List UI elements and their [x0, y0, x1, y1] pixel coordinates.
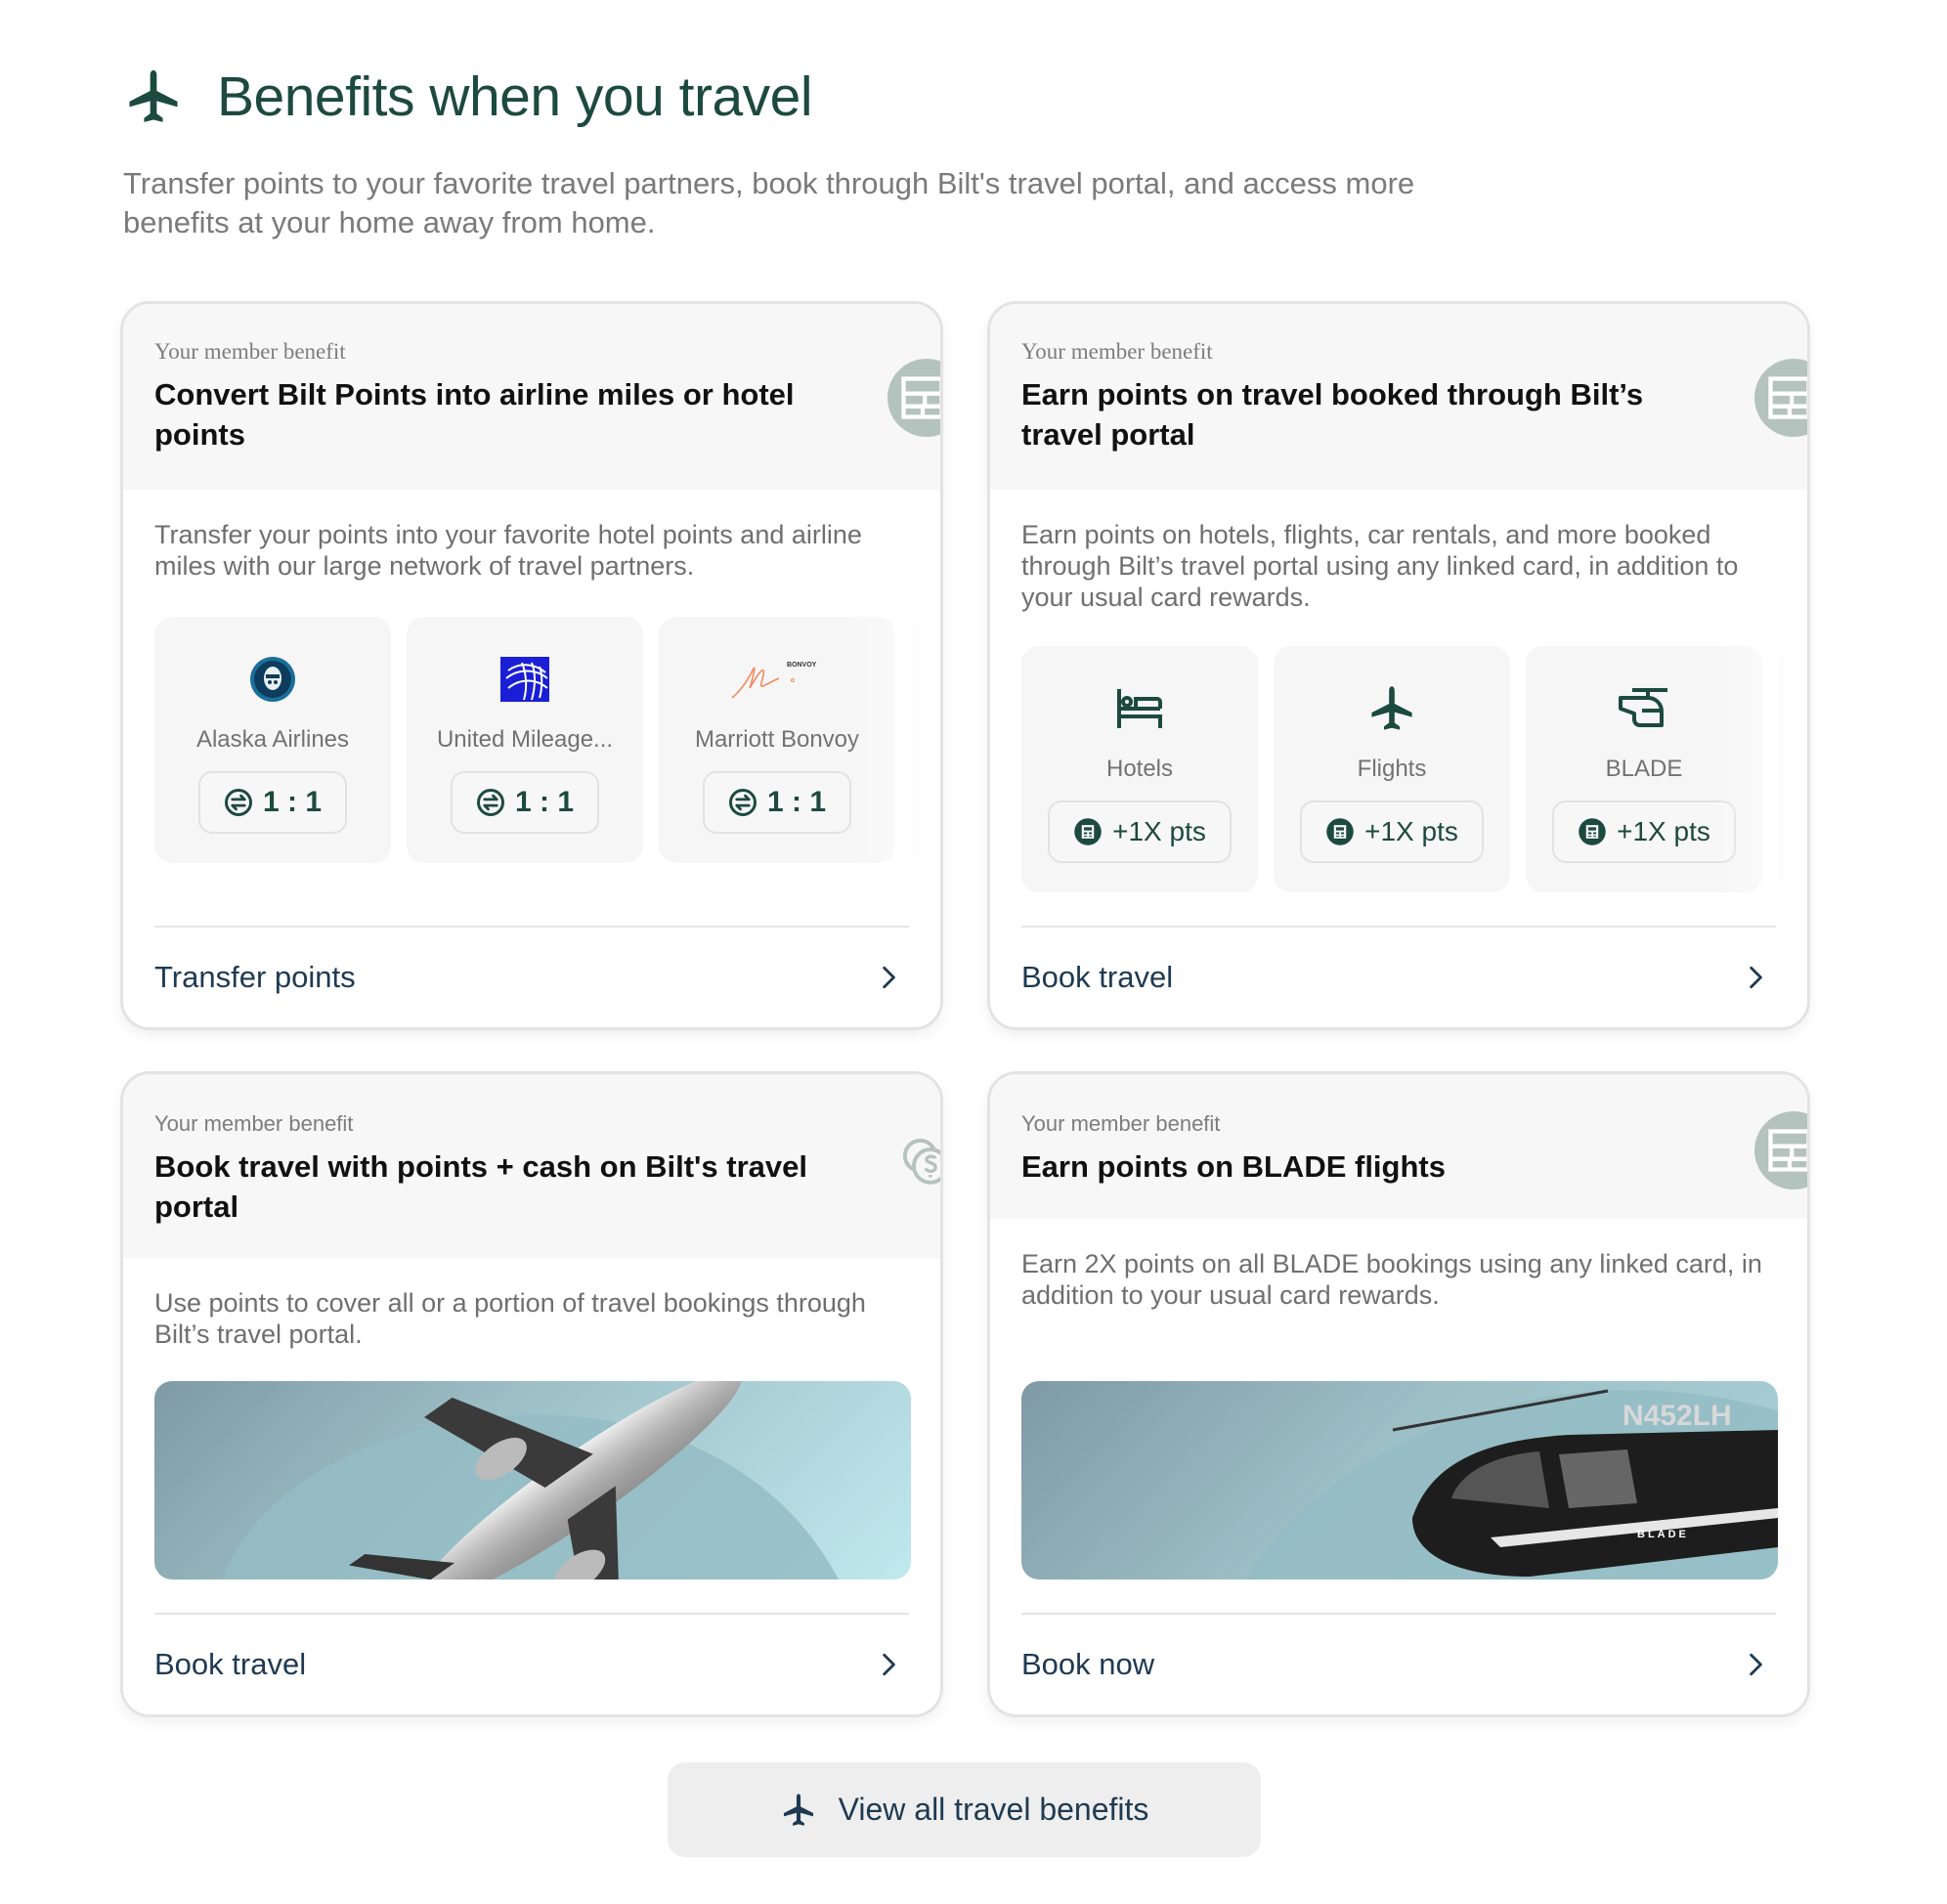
section-header: Benefits when you travel — [123, 65, 813, 129]
bilt-coin-icon — [1325, 817, 1355, 846]
partner-tile-alaska[interactable]: Alaska Airlines 1 : 1 — [154, 617, 391, 863]
partner-name: United Mileage... — [436, 726, 614, 753]
marriott-bonvoy-logo: BONVOY — [728, 652, 826, 707]
transfer-ratio-badge: 1 : 1 — [197, 771, 348, 834]
partner-name: Alaska Airlines — [195, 726, 350, 753]
card-description: Earn points on hotels, flights, car rent… — [1021, 520, 1739, 612]
card-footer-link[interactable]: Book travel — [154, 1613, 909, 1714]
card-title: Earn points on travel booked through Bil… — [1021, 377, 1644, 452]
view-all-label: View all travel benefits — [838, 1792, 1149, 1827]
card-eyebrow: Your member benefit — [1021, 1111, 1221, 1136]
category-tile-partial — [1778, 646, 1794, 892]
benefit-card-points-cash: Your member benefit Book travel with poi… — [120, 1071, 943, 1717]
blade-helicopter-photo: N452LH BLADE — [1021, 1381, 1778, 1579]
view-all-travel-benefits-button[interactable]: View all travel benefits — [668, 1762, 1261, 1857]
bilt-coin-icon — [1073, 817, 1103, 846]
bilt-coin-icon — [1578, 817, 1607, 846]
category-carousel[interactable]: Hotels +1X pts Flights +1X pts BLADE +1X… — [1021, 646, 1794, 892]
category-name: Hotels — [1105, 756, 1174, 782]
chevron-right-icon — [876, 1652, 901, 1677]
benefit-card-blade: Your member benefit Earn points on BLADE… — [987, 1071, 1810, 1717]
category-tile-blade[interactable]: BLADE +1X pts — [1526, 646, 1762, 892]
alaska-airlines-logo — [248, 652, 297, 707]
partner-tile-united[interactable]: United Mileage... 1 : 1 — [407, 617, 643, 863]
points-multiplier: +1X pts — [1364, 816, 1458, 846]
swap-icon — [224, 788, 253, 817]
benefit-card-travel-portal: Your member benefit Earn points on trave… — [987, 301, 1810, 1030]
transfer-ratio: 1 : 1 — [766, 786, 827, 818]
bilt-logo-badge — [887, 359, 943, 437]
card-footer-link[interactable]: Book now — [1021, 1613, 1776, 1714]
category-tile-hotels[interactable]: Hotels +1X pts — [1021, 646, 1258, 892]
coins-dollar-icon — [902, 1138, 940, 1185]
bilt-logo-icon — [1764, 372, 1810, 423]
points-multiplier: +1X pts — [1617, 816, 1710, 846]
transfer-ratio-badge: 1 : 1 — [702, 771, 852, 834]
united-logo — [500, 652, 549, 707]
card-eyebrow: Your member benefit — [154, 1111, 354, 1136]
book-travel-link[interactable]: Book travel — [154, 1647, 306, 1682]
partner-carousel[interactable]: Alaska Airlines 1 : 1 United Mileage... … — [154, 617, 927, 863]
points-badge: +1X pts — [1048, 801, 1232, 863]
points-badge: +1X pts — [1552, 801, 1736, 863]
bed-icon — [1116, 681, 1163, 736]
transfer-points-link[interactable]: Transfer points — [154, 960, 356, 995]
chevron-right-icon — [1743, 1652, 1768, 1677]
bilt-logo-icon — [1764, 1125, 1810, 1176]
airplane-photo — [154, 1381, 911, 1579]
helicopter-icon — [1619, 681, 1669, 736]
page-subtitle: Transfer points to your favorite travel … — [123, 166, 1415, 239]
card-eyebrow: Your member benefit — [1021, 339, 1213, 364]
bilt-logo-badge — [1754, 359, 1810, 437]
page-title: Benefits when you travel — [217, 65, 813, 128]
card-eyebrow: Your member benefit — [154, 339, 346, 364]
card-description: Use points to cover all or a portion of … — [154, 1288, 866, 1349]
card-description: Earn 2X points on all BLADE bookings usi… — [1021, 1249, 1762, 1310]
card-footer-link[interactable]: Transfer points — [154, 926, 909, 1027]
transfer-ratio: 1 : 1 — [262, 786, 323, 818]
chevron-right-icon — [876, 965, 901, 990]
marriott-logo-text: BONVOY — [787, 662, 817, 669]
category-name: BLADE — [1605, 756, 1683, 782]
swap-icon — [476, 788, 505, 817]
partner-tile-marriott[interactable]: BONVOY Marriott Bonvoy 1 : 1 — [659, 617, 895, 863]
blade-brand-text: BLADE — [1637, 1529, 1689, 1540]
partner-tile-partial — [911, 617, 927, 863]
points-multiplier: +1X pts — [1112, 816, 1206, 846]
helicopter-tail-number: N452LH — [1622, 1400, 1732, 1432]
transfer-ratio: 1 : 1 — [514, 786, 575, 818]
category-tile-flights[interactable]: Flights +1X pts — [1274, 646, 1510, 892]
airplane-icon — [123, 66, 184, 127]
benefit-card-transfer-points: Your member benefit Convert Bilt Points … — [120, 301, 943, 1030]
book-travel-link[interactable]: Book travel — [1021, 960, 1173, 995]
card-description: Transfer your points into your favorite … — [154, 520, 862, 581]
airplane-icon — [1366, 683, 1417, 734]
airplane-icon — [780, 1792, 817, 1829]
transfer-ratio-badge: 1 : 1 — [450, 771, 600, 834]
category-name: Flights — [1357, 756, 1427, 782]
swap-icon — [728, 788, 757, 817]
book-now-link[interactable]: Book now — [1021, 1647, 1154, 1682]
card-footer-link[interactable]: Book travel — [1021, 926, 1776, 1027]
card-title: Earn points on BLADE flights — [1021, 1149, 1446, 1184]
bilt-logo-icon — [897, 372, 943, 423]
partner-name: Marriott Bonvoy — [694, 726, 860, 753]
points-badge: +1X pts — [1300, 801, 1484, 863]
card-title: Book travel with points + cash on Bilt's… — [154, 1149, 807, 1224]
chevron-right-icon — [1743, 965, 1768, 990]
card-title: Convert Bilt Points into airline miles o… — [154, 377, 795, 452]
